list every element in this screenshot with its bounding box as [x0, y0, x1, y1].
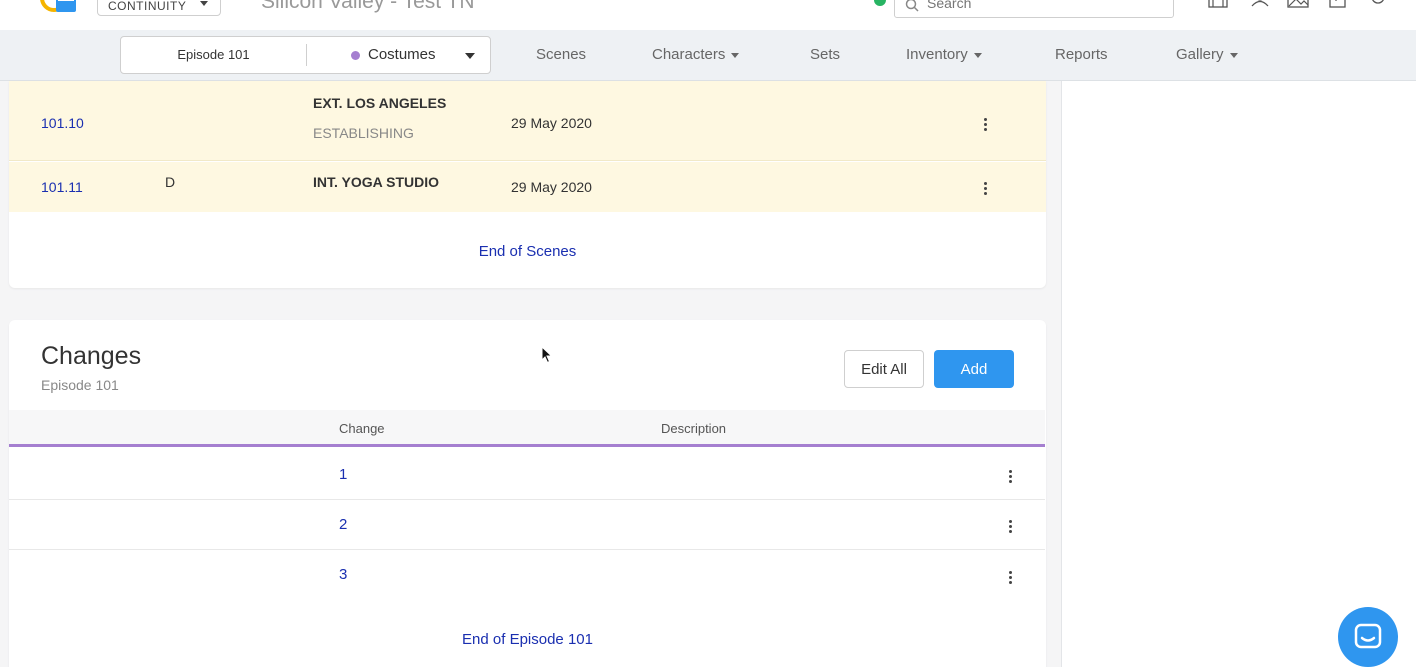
- nav-reports-label: Reports: [1055, 46, 1108, 63]
- table-row[interactable]: 1: [9, 450, 1045, 500]
- search-input[interactable]: [927, 0, 1157, 11]
- chat-launcher-button[interactable]: [1338, 607, 1398, 667]
- scene-date: 29 May 2020: [511, 115, 592, 131]
- mouse-cursor-icon: [541, 345, 553, 369]
- chevron-down-icon: [973, 52, 982, 58]
- nav-scenes[interactable]: Scenes: [536, 30, 586, 80]
- film-icon[interactable]: [1207, 0, 1229, 10]
- context-selector[interactable]: Episode 101 Costumes: [120, 36, 491, 74]
- section-title: Changes: [41, 342, 142, 370]
- nav-characters-label: Characters: [652, 46, 726, 63]
- nav-scenes-label: Scenes: [536, 46, 587, 63]
- table-row[interactable]: 2: [9, 500, 1045, 550]
- nav-sets-label: Sets: [810, 46, 841, 63]
- user-icon[interactable]: [1249, 0, 1271, 10]
- change-number-link[interactable]: 1: [339, 466, 347, 483]
- chat-icon: [1354, 623, 1382, 649]
- scene-set: INT. YOGA STUDIO: [313, 174, 440, 190]
- chevron-down-icon: [1229, 52, 1238, 58]
- project-title: Silicon Valley - Test TN: [261, 0, 475, 13]
- episode-selector[interactable]: Episode 101: [121, 37, 306, 73]
- nav-reports[interactable]: Reports: [1055, 30, 1108, 80]
- more-options-icon[interactable]: [1000, 516, 1020, 536]
- nav-gallery-label: Gallery: [1176, 46, 1224, 63]
- divider: [306, 44, 307, 66]
- scene-subtitle: ESTABLISHING: [313, 125, 414, 141]
- scene-row[interactable]: 101.10 EXT. LOS ANGELES ESTABLISHING 29 …: [9, 81, 1046, 161]
- nav-sets[interactable]: Sets: [810, 30, 840, 80]
- more-options-icon[interactable]: [1000, 567, 1020, 587]
- top-header: CONTINUITY Silicon Valley - Test TN: [0, 0, 1416, 30]
- scene-row[interactable]: 101.11 D INT. YOGA STUDIO 29 May 2020: [9, 162, 1046, 212]
- end-of-scenes-label: End of Scenes: [478, 243, 577, 260]
- app-selector-dropdown[interactable]: CONTINUITY: [97, 0, 221, 16]
- chevron-down-icon[interactable]: [465, 53, 475, 59]
- chevron-down-icon: [200, 1, 208, 6]
- scene-number-link[interactable]: 101.11: [41, 179, 83, 195]
- scenes-card: 101.10 EXT. LOS ANGELES ESTABLISHING 29 …: [9, 81, 1046, 288]
- column-header-description[interactable]: Description: [661, 421, 726, 436]
- changes-card: Changes Episode 101 Edit All Add Change …: [9, 320, 1046, 667]
- table-header: Change Description: [9, 410, 1045, 447]
- scene-set: EXT. LOS ANGELES: [313, 95, 447, 111]
- scene-number-link[interactable]: 101.10: [41, 115, 84, 131]
- image-icon[interactable]: [1287, 0, 1309, 10]
- department-color-dot: [351, 51, 360, 60]
- table-row[interactable]: 3: [9, 550, 1045, 600]
- department-selector[interactable]: Costumes: [368, 37, 436, 73]
- scene-date: 29 May 2020: [511, 179, 592, 195]
- search-box[interactable]: [894, 0, 1174, 18]
- document-icon[interactable]: [1327, 0, 1349, 10]
- more-options-icon[interactable]: [1000, 466, 1020, 486]
- more-options-icon[interactable]: [975, 178, 995, 198]
- main-nav: Episode 101 Costumes Scenes Characters S…: [0, 30, 1416, 81]
- nav-inventory[interactable]: Inventory: [906, 30, 982, 80]
- nav-gallery[interactable]: Gallery: [1176, 30, 1238, 80]
- column-header-change[interactable]: Change: [339, 421, 385, 436]
- edit-all-button[interactable]: Edit All: [844, 350, 924, 388]
- right-panel: [1061, 81, 1416, 667]
- info-icon[interactable]: [874, 0, 886, 6]
- app-logo-icon[interactable]: [38, 0, 78, 18]
- end-of-episode-label: End of Episode 101: [462, 631, 593, 648]
- add-button[interactable]: Add: [934, 350, 1014, 388]
- nav-characters[interactable]: Characters: [652, 30, 740, 80]
- more-options-icon[interactable]: [975, 114, 995, 134]
- section-subtitle: Episode 101: [41, 377, 119, 393]
- change-number-link[interactable]: 3: [339, 566, 347, 583]
- scene-day-night: D: [165, 174, 176, 190]
- search-icon: [905, 0, 919, 12]
- app-selector-label: CONTINUITY: [108, 0, 187, 13]
- chevron-down-icon: [731, 52, 740, 58]
- nav-inventory-label: Inventory: [906, 46, 968, 63]
- gear-icon[interactable]: [1367, 0, 1389, 10]
- change-number-link[interactable]: 2: [339, 516, 347, 533]
